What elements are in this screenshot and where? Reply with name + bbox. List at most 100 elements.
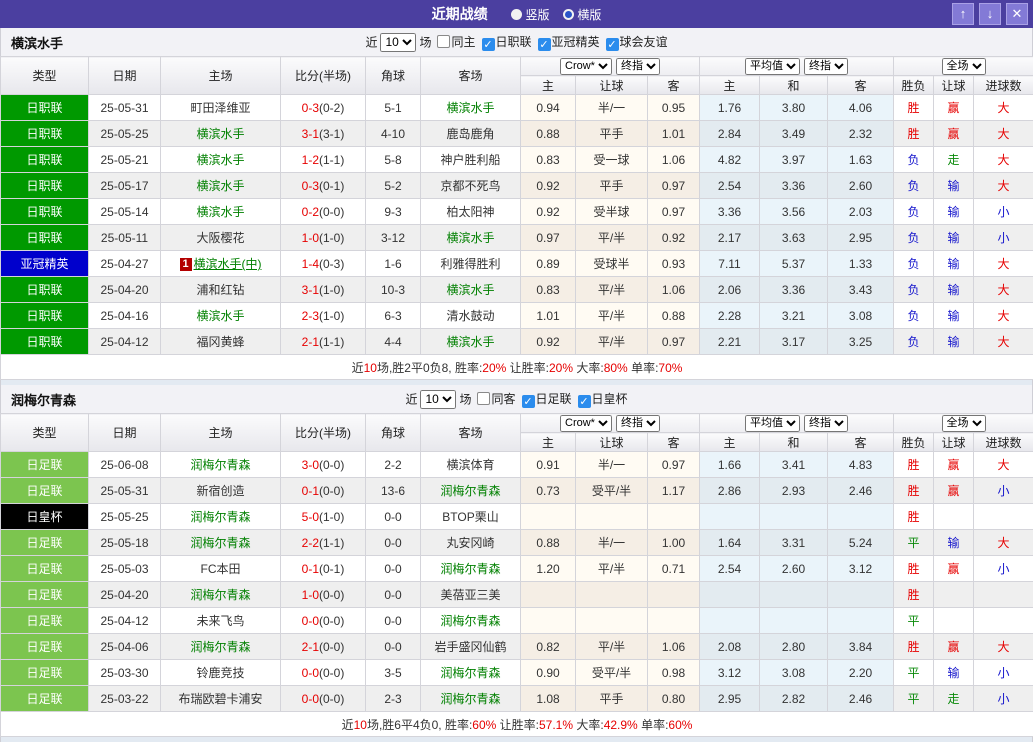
league-checkbox-label: 亚冠精英 [552, 35, 600, 49]
corner-cell: 5-2 [366, 173, 421, 199]
column-header: 角球 [366, 414, 421, 452]
date-cell: 25-04-20 [89, 582, 161, 608]
score-cell: 1-0(1-0) [281, 225, 366, 251]
scope-select[interactable]: 全场 [942, 415, 986, 432]
handicap-result-cell: 输 [934, 277, 974, 303]
move-up-button[interactable]: ↑ [952, 3, 974, 25]
average-stage-select[interactable]: 终指 [804, 58, 848, 75]
sub-column-header: 客 [648, 433, 700, 452]
odds-stage-select[interactable]: 终指 [616, 58, 660, 75]
score-cell: 2-1(0-0) [281, 634, 366, 660]
horizontal-layout-radio[interactable] [563, 9, 574, 20]
same-venue-checkbox[interactable] [477, 392, 490, 405]
handicap-result-cell: 输 [934, 173, 974, 199]
corner-cell: 1-6 [366, 251, 421, 277]
league-checkbox-日职联[interactable]: ✓ [482, 38, 495, 51]
odds-source-select[interactable]: Crow* [560, 58, 612, 75]
goals-result-cell: 大 [974, 95, 1033, 121]
summary-segment: 近 [352, 361, 364, 375]
league-checkbox-亚冠精英[interactable]: ✓ [538, 38, 551, 51]
average-odds-header: 平均值终指 [700, 414, 894, 433]
type-cell: 亚冠精英 [1, 251, 89, 277]
odds-away-cell [648, 608, 700, 634]
odds-home-cell: 0.92 [521, 173, 576, 199]
crow-odds-header: Crow*终指 [521, 414, 700, 433]
average-stage-select[interactable]: 终指 [804, 415, 848, 432]
result-cell: 平 [894, 530, 934, 556]
team-section: 润梅尔青森近10场同客✓日足联✓日皇杯类型日期主场比分(半场)角球客场Crow*… [0, 385, 1033, 737]
same-venue-checkbox[interactable] [437, 35, 450, 48]
away-team-cell: 横滨水手 [421, 95, 521, 121]
avg-away-cell: 2.20 [828, 660, 894, 686]
average-select[interactable]: 平均值 [745, 415, 800, 432]
corner-cell: 3-5 [366, 660, 421, 686]
type-cell: 日职联 [1, 199, 89, 225]
recent-count-select[interactable]: 10 [420, 390, 456, 409]
scope-select[interactable]: 全场 [942, 58, 986, 75]
home-team-cell: 町田泽维亚 [161, 95, 281, 121]
corner-cell: 10-3 [366, 277, 421, 303]
window-bottom-edge [0, 737, 1033, 742]
corner-cell: 6-3 [366, 303, 421, 329]
home-team-cell: 横滨水手 [161, 199, 281, 225]
handicap-result-cell: 输 [934, 660, 974, 686]
goals-result-cell: 小 [974, 556, 1033, 582]
match-row: 日职联25-04-16横滨水手2-3(1-0)6-3清水鼓动1.01平/半0.8… [1, 303, 1033, 329]
date-cell: 25-05-31 [89, 478, 161, 504]
away-team-name: 润梅尔青森 [440, 692, 500, 706]
avg-home-cell: 2.21 [700, 329, 760, 355]
avg-away-cell: 1.63 [828, 147, 894, 173]
match-row: 日职联25-04-20浦和红钻3-1(1-0)10-3横滨水手0.83平/半1.… [1, 277, 1033, 303]
home-team-name: 横滨水手 [196, 127, 244, 141]
home-team-name[interactable]: 横滨水手(中) [194, 257, 262, 271]
league-checkbox-日足联[interactable]: ✓ [522, 395, 535, 408]
avg-home-cell: 1.76 [700, 95, 760, 121]
away-team-cell: 润梅尔青森 [421, 608, 521, 634]
sub-column-header: 让球 [576, 76, 648, 95]
corner-cell: 0-0 [366, 530, 421, 556]
result-cell: 负 [894, 329, 934, 355]
odds-source-select[interactable]: Crow* [560, 415, 612, 432]
avg-draw-cell: 3.36 [760, 173, 828, 199]
summary-segment: 70% [658, 361, 682, 375]
summary-segment: 单率: [628, 361, 659, 375]
result-cell: 负 [894, 199, 934, 225]
odds-home-cell: 0.90 [521, 660, 576, 686]
league-checkbox-label: 日皇杯 [592, 392, 628, 406]
home-team-name: 大阪樱花 [196, 231, 244, 245]
recent-count-select[interactable]: 10 [380, 33, 416, 52]
home-team-cell: 新宿创造 [161, 478, 281, 504]
home-team-name: 润梅尔青森 [190, 536, 250, 550]
odds-stage-select[interactable]: 终指 [616, 415, 660, 432]
type-cell: 日足联 [1, 452, 89, 478]
away-team-name: 清水鼓动 [446, 309, 494, 323]
column-header: 比分(半场) [281, 414, 366, 452]
home-team-name: 横滨水手 [196, 205, 244, 219]
league-checkbox-球会友谊[interactable]: ✓ [606, 38, 619, 51]
league-checkbox-日皇杯[interactable]: ✓ [578, 395, 591, 408]
vertical-layout-radio[interactable] [511, 9, 522, 20]
odds-home-cell: 0.82 [521, 634, 576, 660]
avg-draw-cell: 2.82 [760, 686, 828, 712]
close-button[interactable]: ✕ [1006, 3, 1028, 25]
average-select[interactable]: 平均值 [745, 58, 800, 75]
type-cell: 日足联 [1, 634, 89, 660]
away-team-name: 丸安冈崎 [446, 536, 494, 550]
odds-home-cell: 0.88 [521, 121, 576, 147]
avg-draw-cell: 3.97 [760, 147, 828, 173]
avg-home-cell [700, 608, 760, 634]
home-team-name: 横滨水手 [196, 309, 244, 323]
handicap-result-cell: 赢 [934, 95, 974, 121]
odds-home-cell: 0.92 [521, 329, 576, 355]
result-cell: 平 [894, 686, 934, 712]
filter-controls: 近10场同客✓日足联✓日皇杯 [1, 390, 1032, 409]
date-cell: 25-04-16 [89, 303, 161, 329]
move-down-button[interactable]: ↓ [979, 3, 1001, 25]
away-team-cell: BTOP栗山 [421, 504, 521, 530]
away-team-cell: 柏太阳神 [421, 199, 521, 225]
corner-cell: 13-6 [366, 478, 421, 504]
live-badge: 1 [180, 258, 192, 271]
handicap-cell: 平/半 [576, 556, 648, 582]
goals-result-cell: 大 [974, 147, 1033, 173]
sub-column-header: 客 [828, 433, 894, 452]
